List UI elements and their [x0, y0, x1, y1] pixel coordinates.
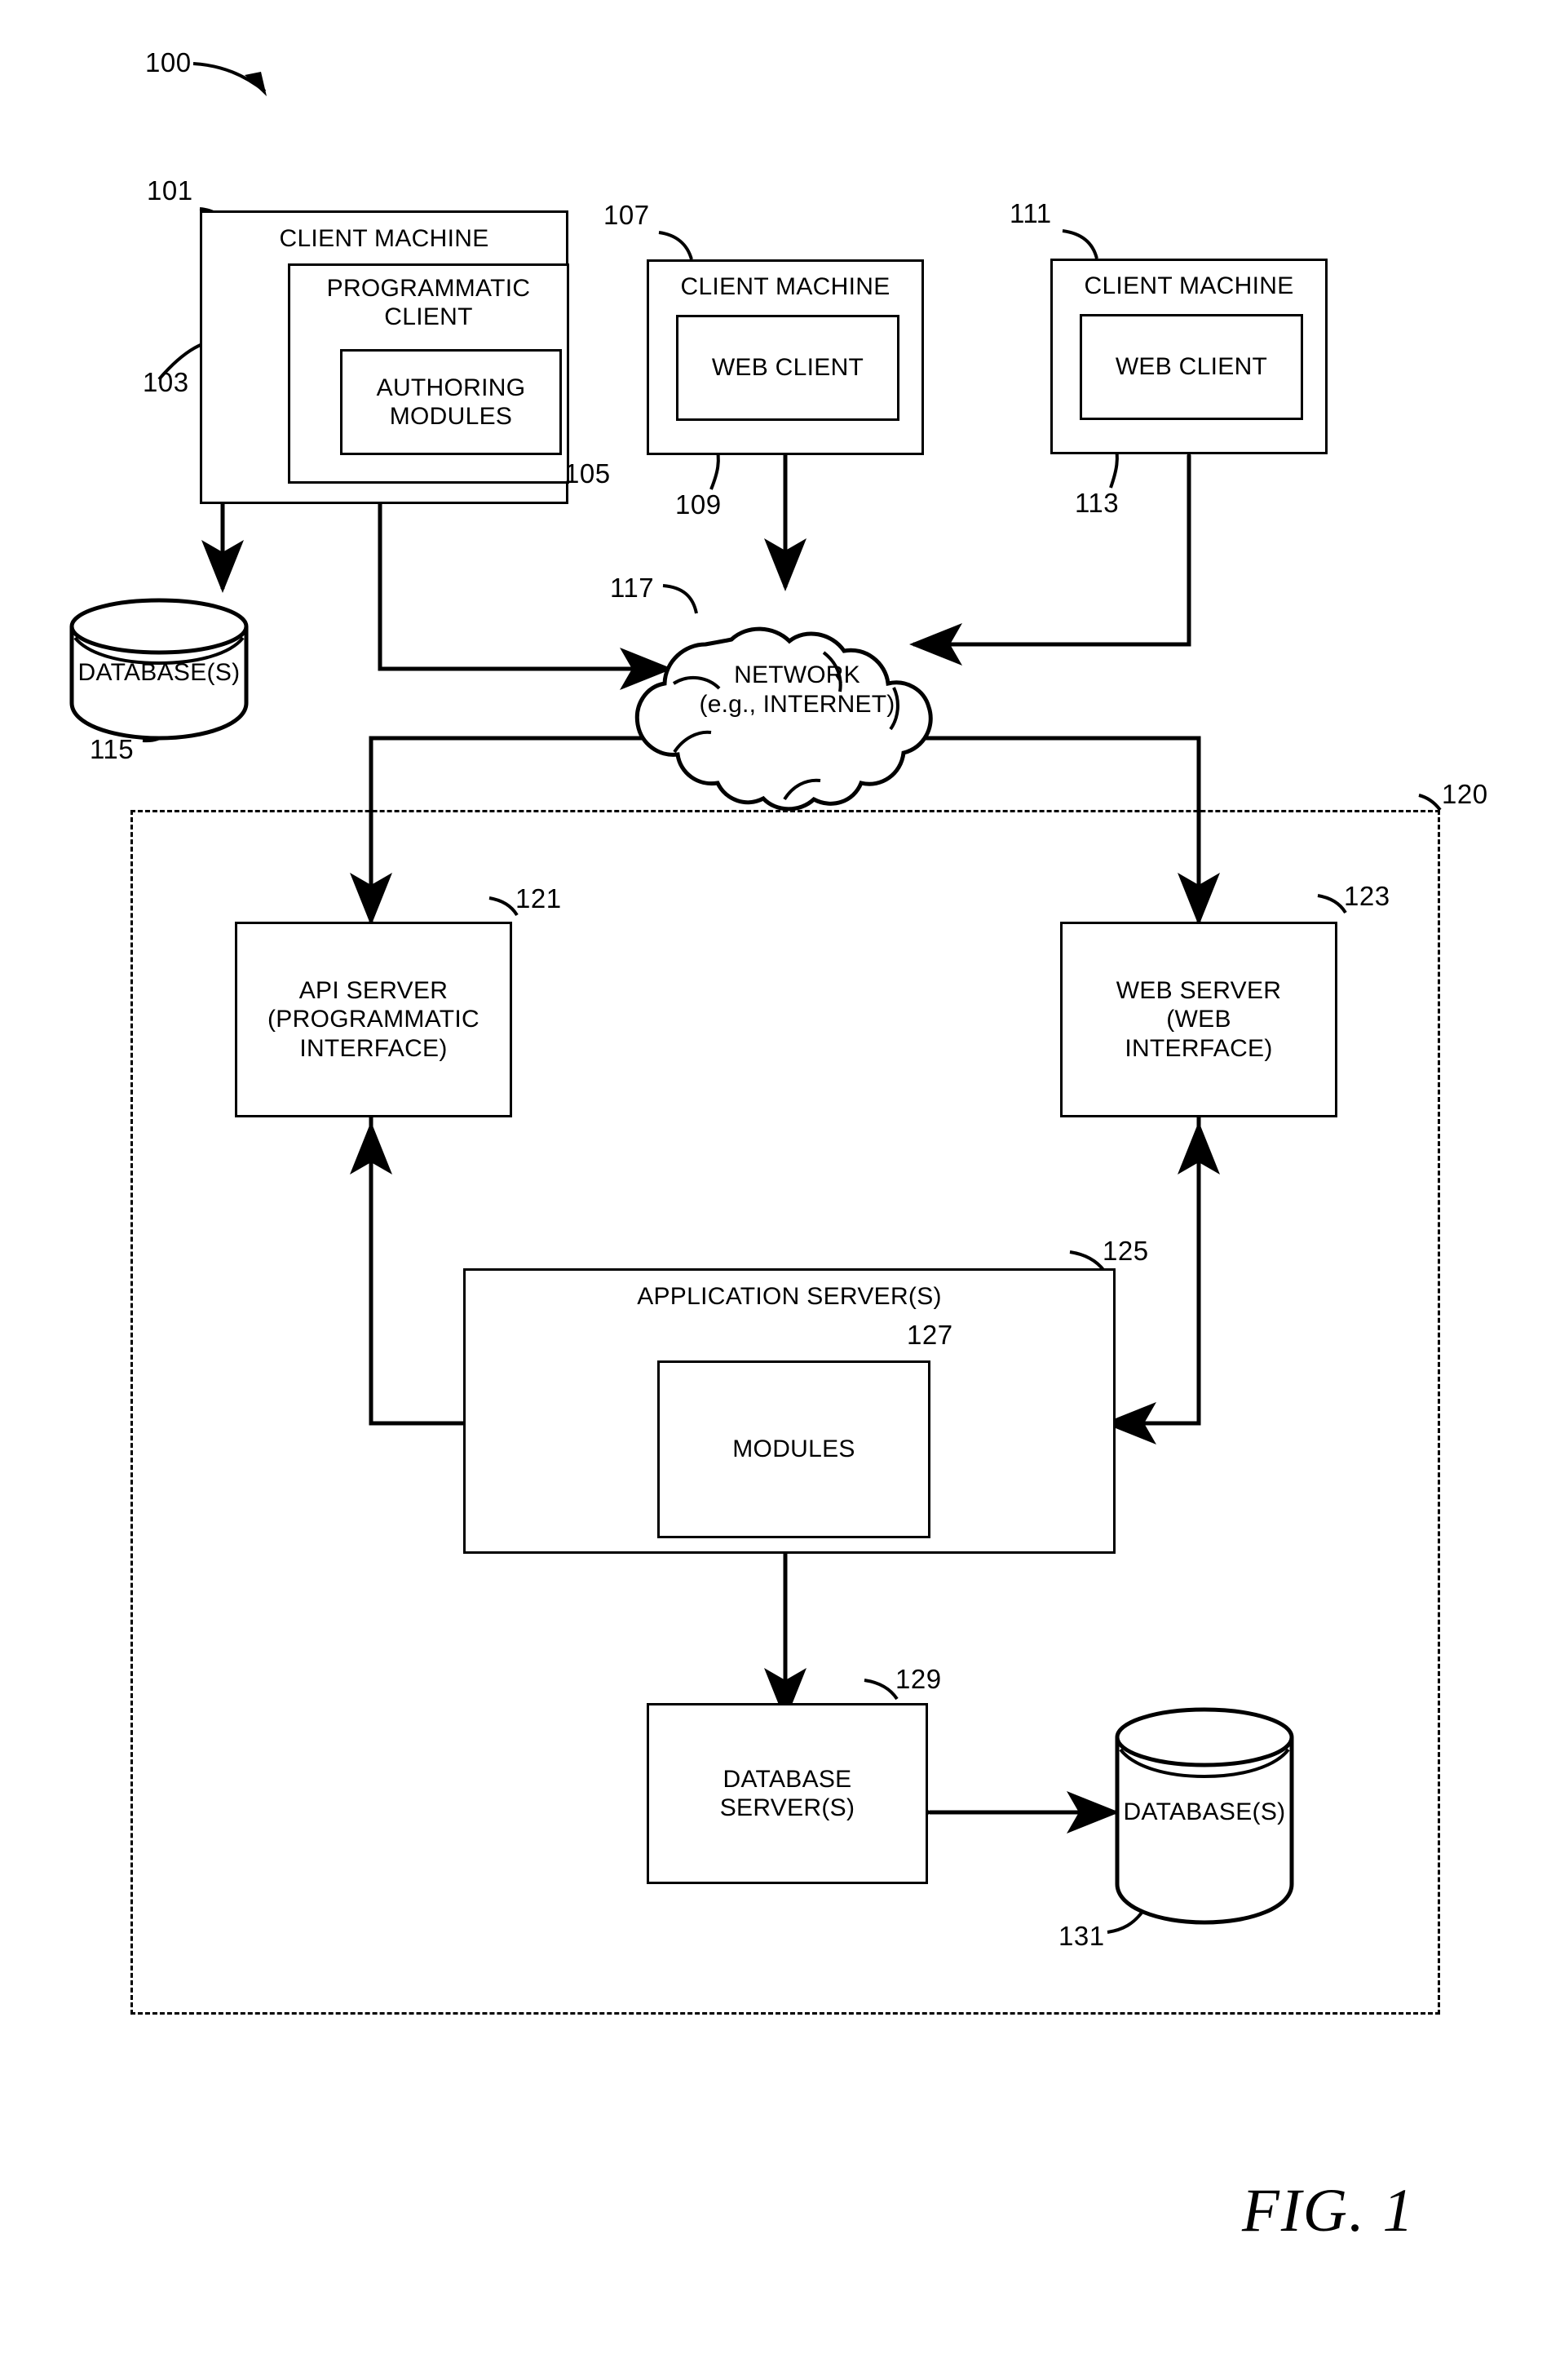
ref-123: 123 — [1344, 881, 1390, 911]
web-client-1-box[interactable]: WEB CLIENT — [676, 315, 899, 421]
database-server-box[interactable]: DATABASE SERVER(S) — [647, 1703, 928, 1884]
programmatic-client-box[interactable]: PROGRAMMATIC CLIENT AUTHORING MODULES — [288, 263, 569, 484]
ref-100: 100 — [145, 47, 192, 77]
client-machine-1-title: CLIENT MACHINE — [279, 225, 489, 252]
modules-box[interactable]: MODULES — [657, 1360, 930, 1538]
figure-caption: FIG. 1 — [1242, 2177, 1415, 2245]
client-database-label: DATABASE(S) — [77, 659, 241, 686]
web-client-2-box[interactable]: WEB CLIENT — [1080, 314, 1303, 420]
ref-115: 115 — [90, 734, 135, 764]
network-cloud-label: NETWORK (e.g., INTERNET) — [699, 661, 895, 718]
client-machine-2-title: CLIENT MACHINE — [680, 273, 890, 300]
programmatic-client-title: PROGRAMMATIC CLIENT — [326, 275, 531, 331]
authoring-modules-title: AUTHORING MODULES — [376, 374, 526, 430]
client-machine-3-box[interactable]: CLIENT MACHINE WEB CLIENT — [1050, 259, 1328, 454]
client-machine-2-box[interactable]: CLIENT MACHINE WEB CLIENT — [647, 259, 924, 455]
client-machine-3-title: CLIENT MACHINE — [1084, 272, 1294, 299]
ref-117: 117 — [610, 573, 655, 603]
application-server-title: APPLICATION SERVER(S) — [637, 1283, 942, 1310]
web-client-2-title: WEB CLIENT — [1115, 353, 1268, 381]
patent-figure-page: CLIENT MACHINE PROGRAMMATIC CLIENT AUTHO… — [0, 0, 1560, 2380]
ref-113: 113 — [1075, 488, 1120, 518]
ref-111: 111 — [1010, 198, 1052, 228]
ref-109: 109 — [675, 489, 722, 520]
ref-101: 101 — [147, 175, 193, 206]
web-server-box[interactable]: WEB SERVER (WEB INTERFACE) — [1060, 922, 1337, 1117]
ref-105: 105 — [564, 458, 611, 489]
client-machine-1-box[interactable]: CLIENT MACHINE PROGRAMMATIC CLIENT AUTHO… — [200, 210, 569, 504]
ref-129: 129 — [895, 1664, 942, 1694]
ref-103: 103 — [143, 367, 189, 397]
ref-120: 120 — [1442, 779, 1488, 809]
ref-131: 131 — [1058, 1921, 1105, 1951]
api-server-title: API SERVER (PROGRAMMATIC INTERFACE) — [267, 976, 479, 1062]
application-server-box[interactable]: APPLICATION SERVER(S) MODULES — [463, 1268, 1116, 1554]
ref-125: 125 — [1103, 1236, 1149, 1266]
authoring-modules-box[interactable]: AUTHORING MODULES — [340, 349, 562, 455]
web-client-1-title: WEB CLIENT — [711, 354, 864, 382]
ref-127: 127 — [907, 1320, 953, 1350]
server-database-label: DATABASE(S) — [1123, 1798, 1286, 1825]
ref-121: 121 — [515, 883, 562, 914]
database-server-title: DATABASE SERVER(S) — [719, 1765, 855, 1821]
web-server-title: WEB SERVER (WEB INTERFACE) — [1116, 976, 1282, 1062]
api-server-box[interactable]: API SERVER (PROGRAMMATIC INTERFACE) — [235, 922, 512, 1117]
ref-107: 107 — [603, 200, 650, 230]
modules-title: MODULES — [732, 1436, 855, 1463]
